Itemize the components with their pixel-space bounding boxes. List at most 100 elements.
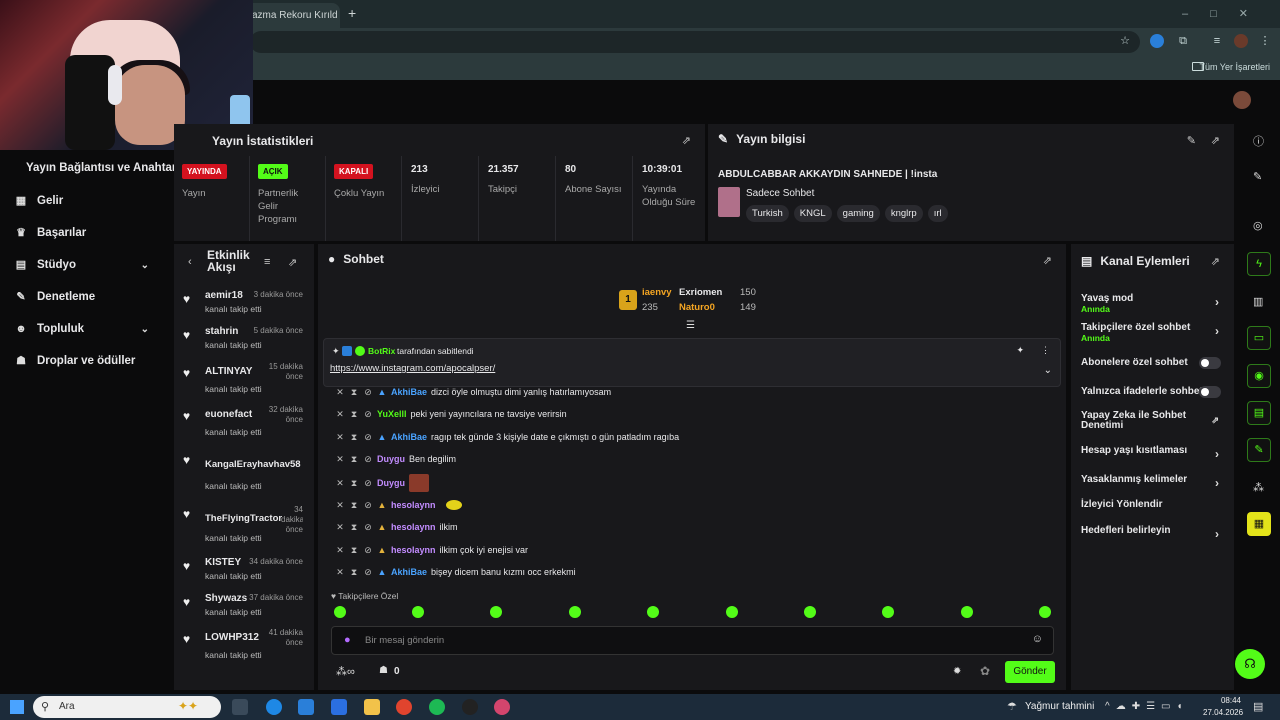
chat-input-box[interactable]: ● Bir mesaj gönderin ☺ bbox=[331, 626, 1054, 655]
task-view-icon[interactable] bbox=[232, 699, 248, 715]
trash-icon[interactable]: ✕ bbox=[335, 454, 345, 465]
timeout-icon[interactable]: ⧗ bbox=[349, 567, 359, 578]
toggle-switch[interactable] bbox=[1199, 357, 1221, 369]
emote-button[interactable] bbox=[882, 606, 894, 618]
new-tab-button[interactable]: + bbox=[348, 5, 356, 21]
timeout-icon[interactable]: ⧗ bbox=[349, 432, 359, 443]
weather-text[interactable]: Yağmur tahmini bbox=[1025, 701, 1094, 712]
lightning-button[interactable]: ϟ bbox=[1247, 252, 1271, 276]
all-bookmarks-link[interactable]: Tüm Yer İşaretleri bbox=[1199, 62, 1270, 72]
popout-icon[interactable]: ⇗ bbox=[1211, 255, 1220, 268]
popout-icon[interactable]: ⇗ bbox=[1043, 254, 1052, 267]
timeout-icon[interactable]: ⧗ bbox=[349, 478, 359, 489]
emote-button[interactable] bbox=[412, 606, 424, 618]
profile-icon[interactable] bbox=[1234, 34, 1248, 48]
activity-user[interactable]: Shywazs bbox=[205, 593, 247, 604]
timeout-icon[interactable]: ⧗ bbox=[349, 387, 359, 398]
emotes-only-setting[interactable]: Yalnızca ifadelerle sohbet bbox=[1081, 386, 1223, 406]
gear-icon[interactable]: ✹ bbox=[953, 666, 961, 677]
app-icon[interactable] bbox=[494, 699, 510, 715]
ban-icon[interactable]: ⊘ bbox=[363, 432, 373, 443]
url-input[interactable] bbox=[250, 31, 1140, 53]
chat-username[interactable]: AkhiBae bbox=[391, 567, 427, 577]
banned-words-setting[interactable]: Yasaklanmış kelimeler › bbox=[1081, 474, 1223, 494]
chat-username[interactable]: hesolaynn bbox=[391, 545, 436, 555]
browser-tab[interactable]: azma Rekoru Kırıld bbox=[240, 3, 340, 28]
chat-username[interactable]: AkhiBae bbox=[391, 387, 427, 397]
edit-icon[interactable]: ✎ bbox=[1253, 170, 1262, 183]
stream-key-link[interactable]: Yayın Bağlantısı ve Anahtarı bbox=[26, 162, 180, 174]
sidebar-item-studio[interactable]: ▤ Stüdyo ⌄ bbox=[15, 255, 165, 275]
timeout-icon[interactable]: ⧗ bbox=[349, 522, 359, 533]
ban-icon[interactable]: ⊘ bbox=[363, 409, 373, 420]
star-icon[interactable]: ☆ bbox=[1118, 34, 1132, 48]
sidebar-item-moderation[interactable]: ✎ Denetleme bbox=[15, 287, 165, 307]
spotify-icon[interactable] bbox=[429, 699, 445, 715]
ban-icon[interactable]: ⊘ bbox=[363, 567, 373, 578]
slow-mode-setting[interactable]: Yavaş mod Anında › bbox=[1081, 293, 1223, 314]
trash-icon[interactable]: ✕ bbox=[335, 522, 345, 533]
window-controls[interactable]: –□✕ bbox=[1182, 7, 1270, 20]
activity-user[interactable]: ALTINYAY bbox=[205, 366, 252, 377]
ban-icon[interactable]: ⊘ bbox=[363, 545, 373, 556]
ai-moderation-setting[interactable]: Yapay Zeka ile Sohbet Denetimi ⇗ bbox=[1081, 411, 1223, 435]
activity-user[interactable]: aemir18 bbox=[205, 290, 243, 301]
chat-toggle-button[interactable]: ▭ bbox=[1247, 326, 1271, 350]
leader-name[interactable]: Exriomen bbox=[679, 287, 722, 298]
toggle-switch[interactable] bbox=[1199, 386, 1221, 398]
activity-user[interactable]: LOWHP312 bbox=[205, 632, 259, 643]
system-tray[interactable]: ^☁✚☰▭◖ bbox=[1105, 701, 1189, 712]
chat-input[interactable]: Bir mesaj gönderin bbox=[365, 635, 444, 646]
emote-button[interactable] bbox=[961, 606, 973, 618]
trash-icon[interactable]: ✕ bbox=[335, 432, 345, 443]
popout-icon[interactable]: ⇗ bbox=[288, 256, 297, 269]
popout-icon[interactable]: ⇗ bbox=[682, 134, 691, 147]
chat-username[interactable]: hesolaynn bbox=[391, 500, 436, 510]
start-icon[interactable] bbox=[10, 700, 24, 714]
target-icon[interactable]: ◎ bbox=[1253, 219, 1263, 232]
sidebar-item-achievements[interactable]: ♛ Başarılar bbox=[15, 223, 165, 243]
emote-button[interactable] bbox=[1039, 606, 1051, 618]
activity-user[interactable]: KangalErayhavhav58 bbox=[205, 459, 301, 470]
emote-button[interactable] bbox=[569, 606, 581, 618]
followers-only-setting[interactable]: Takipçilere özel sohbet Anında › bbox=[1081, 322, 1223, 343]
edit-icon[interactable]: ✎ bbox=[1187, 134, 1196, 147]
trash-icon[interactable]: ✕ bbox=[335, 409, 345, 420]
activity-user[interactable]: KISTEY bbox=[205, 557, 241, 568]
microphone-icon[interactable]: ● bbox=[344, 634, 351, 646]
broadcast-button[interactable]: ◉ bbox=[1247, 364, 1271, 388]
clipboard-icon[interactable]: ▥ bbox=[1253, 295, 1263, 308]
sidebar-item-drops[interactable]: ☗ Droplar ve ödüller bbox=[15, 351, 165, 371]
activity-user[interactable]: euonefact bbox=[205, 409, 252, 420]
bot-icon[interactable]: ✿ bbox=[980, 664, 990, 678]
chat-username[interactable]: Duygu bbox=[377, 454, 405, 464]
ban-icon[interactable]: ⊘ bbox=[363, 387, 373, 398]
notification-icon[interactable]: ▤ bbox=[1253, 700, 1263, 713]
chat-username[interactable]: Duygu bbox=[377, 478, 405, 488]
sidebar-item-community[interactable]: ☻ Topluluk ⌄ bbox=[15, 319, 165, 339]
clock-time[interactable]: 08:44 bbox=[1213, 696, 1241, 705]
expand-leaderboard-icon[interactable]: ☰ bbox=[686, 320, 695, 331]
chat-username[interactable]: AkhiBae bbox=[391, 432, 427, 442]
chat-username[interactable]: hesolaynn bbox=[391, 522, 436, 532]
file-explorer-icon[interactable] bbox=[364, 699, 380, 715]
more-icon[interactable]: ⋮ bbox=[1041, 345, 1050, 356]
trash-icon[interactable]: ✕ bbox=[335, 387, 345, 398]
send-button[interactable]: Gönder bbox=[1005, 661, 1055, 683]
chevron-down-icon[interactable]: ⌄ bbox=[1044, 365, 1052, 376]
trash-icon[interactable]: ✕ bbox=[335, 500, 345, 511]
trash-icon[interactable]: ✕ bbox=[335, 545, 345, 556]
edge-icon[interactable] bbox=[266, 699, 282, 715]
emote-button[interactable] bbox=[334, 606, 346, 618]
emote-button[interactable] bbox=[647, 606, 659, 618]
ban-icon[interactable]: ⊘ bbox=[363, 454, 373, 465]
emote-button[interactable] bbox=[804, 606, 816, 618]
taskbar-search[interactable]: ⚲ Ara ✦✦ bbox=[33, 696, 221, 718]
popout-icon[interactable]: ⇗ bbox=[1211, 134, 1220, 147]
account-age-setting[interactable]: Hesap yaşı kısıtlaması › bbox=[1081, 445, 1223, 465]
support-icon[interactable]: ☊ bbox=[1235, 649, 1265, 679]
chat-username[interactable]: YuXelll bbox=[377, 409, 407, 419]
trash-icon[interactable]: ✕ bbox=[335, 567, 345, 578]
timeout-icon[interactable]: ⧗ bbox=[349, 500, 359, 511]
obs-icon[interactable] bbox=[462, 699, 478, 715]
